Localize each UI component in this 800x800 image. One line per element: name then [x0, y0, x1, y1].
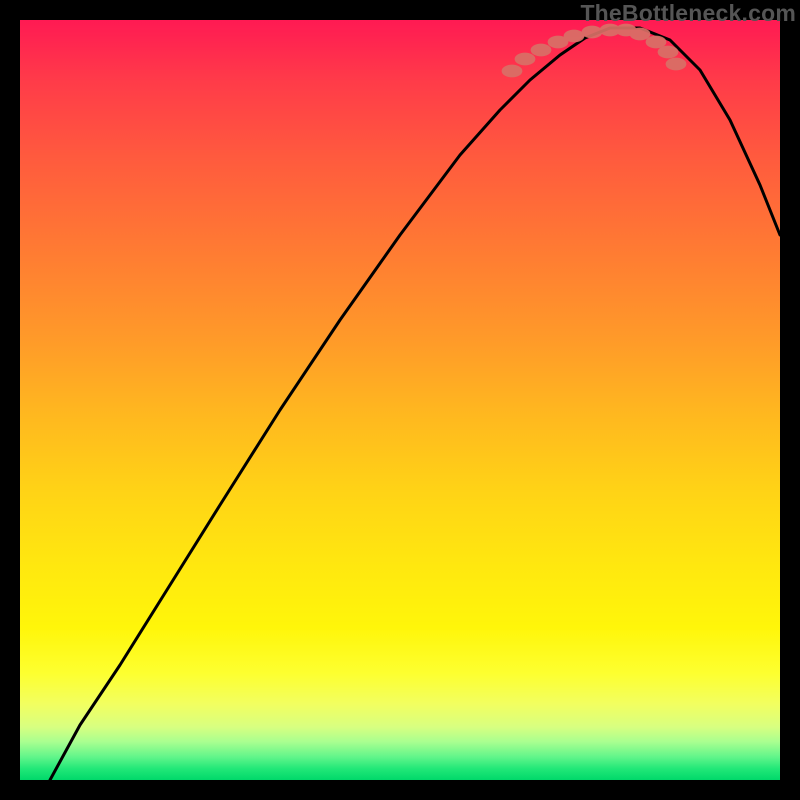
chart-frame — [20, 20, 780, 780]
highlight-dot — [666, 58, 687, 71]
highlight-dot — [564, 30, 585, 43]
highlight-dot — [630, 28, 651, 41]
highlight-dot — [515, 53, 536, 66]
highlight-dot — [502, 65, 523, 78]
highlight-dot — [658, 46, 679, 59]
watermark-text: TheBottleneck.com — [580, 0, 796, 27]
curve-svg — [20, 20, 780, 780]
highlight-dot — [531, 44, 552, 57]
highlighted-dot-cluster — [502, 24, 687, 78]
highlight-dot — [582, 26, 603, 39]
bottleneck-curve-line — [50, 28, 780, 780]
plot-area — [20, 20, 780, 780]
